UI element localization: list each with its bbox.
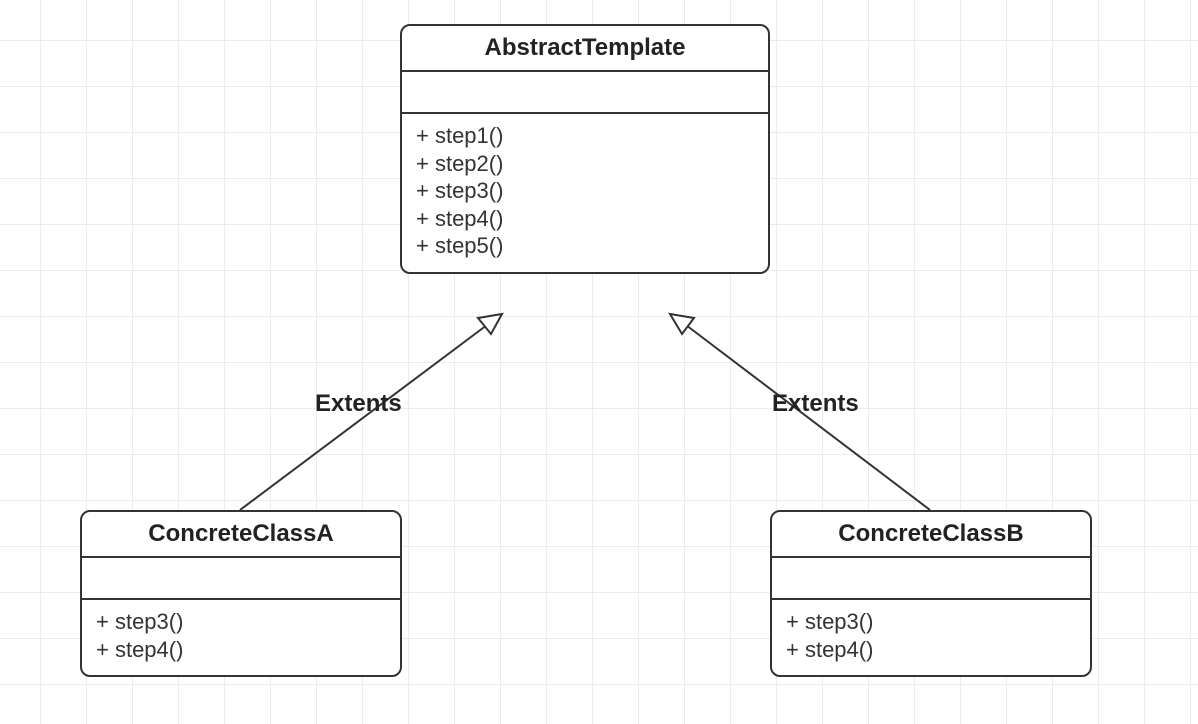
class-attributes-empty <box>82 558 400 600</box>
method-item: + step4() <box>786 636 1076 664</box>
class-title: AbstractTemplate <box>402 26 768 72</box>
class-attributes-empty <box>772 558 1090 600</box>
class-methods: + step1() + step2() + step3() + step4() … <box>402 114 768 272</box>
method-item: + step1() <box>416 122 754 150</box>
class-title: ConcreteClassB <box>772 512 1090 558</box>
method-item: + step3() <box>96 608 386 636</box>
class-methods: + step3() + step4() <box>772 600 1090 675</box>
method-item: + step4() <box>96 636 386 664</box>
class-methods: + step3() + step4() <box>82 600 400 675</box>
method-item: + step4() <box>416 205 754 233</box>
edge-label-right: Extents <box>772 390 859 418</box>
uml-class-abstract-template: AbstractTemplate + step1() + step2() + s… <box>400 24 770 274</box>
uml-class-concrete-b: ConcreteClassB + step3() + step4() <box>770 510 1092 677</box>
method-item: + step5() <box>416 232 754 260</box>
method-item: + step2() <box>416 150 754 178</box>
method-item: + step3() <box>786 608 1076 636</box>
edge-label-left: Extents <box>315 390 402 418</box>
class-attributes-empty <box>402 72 768 114</box>
class-title: ConcreteClassA <box>82 512 400 558</box>
uml-class-concrete-a: ConcreteClassA + step3() + step4() <box>80 510 402 677</box>
method-item: + step3() <box>416 177 754 205</box>
